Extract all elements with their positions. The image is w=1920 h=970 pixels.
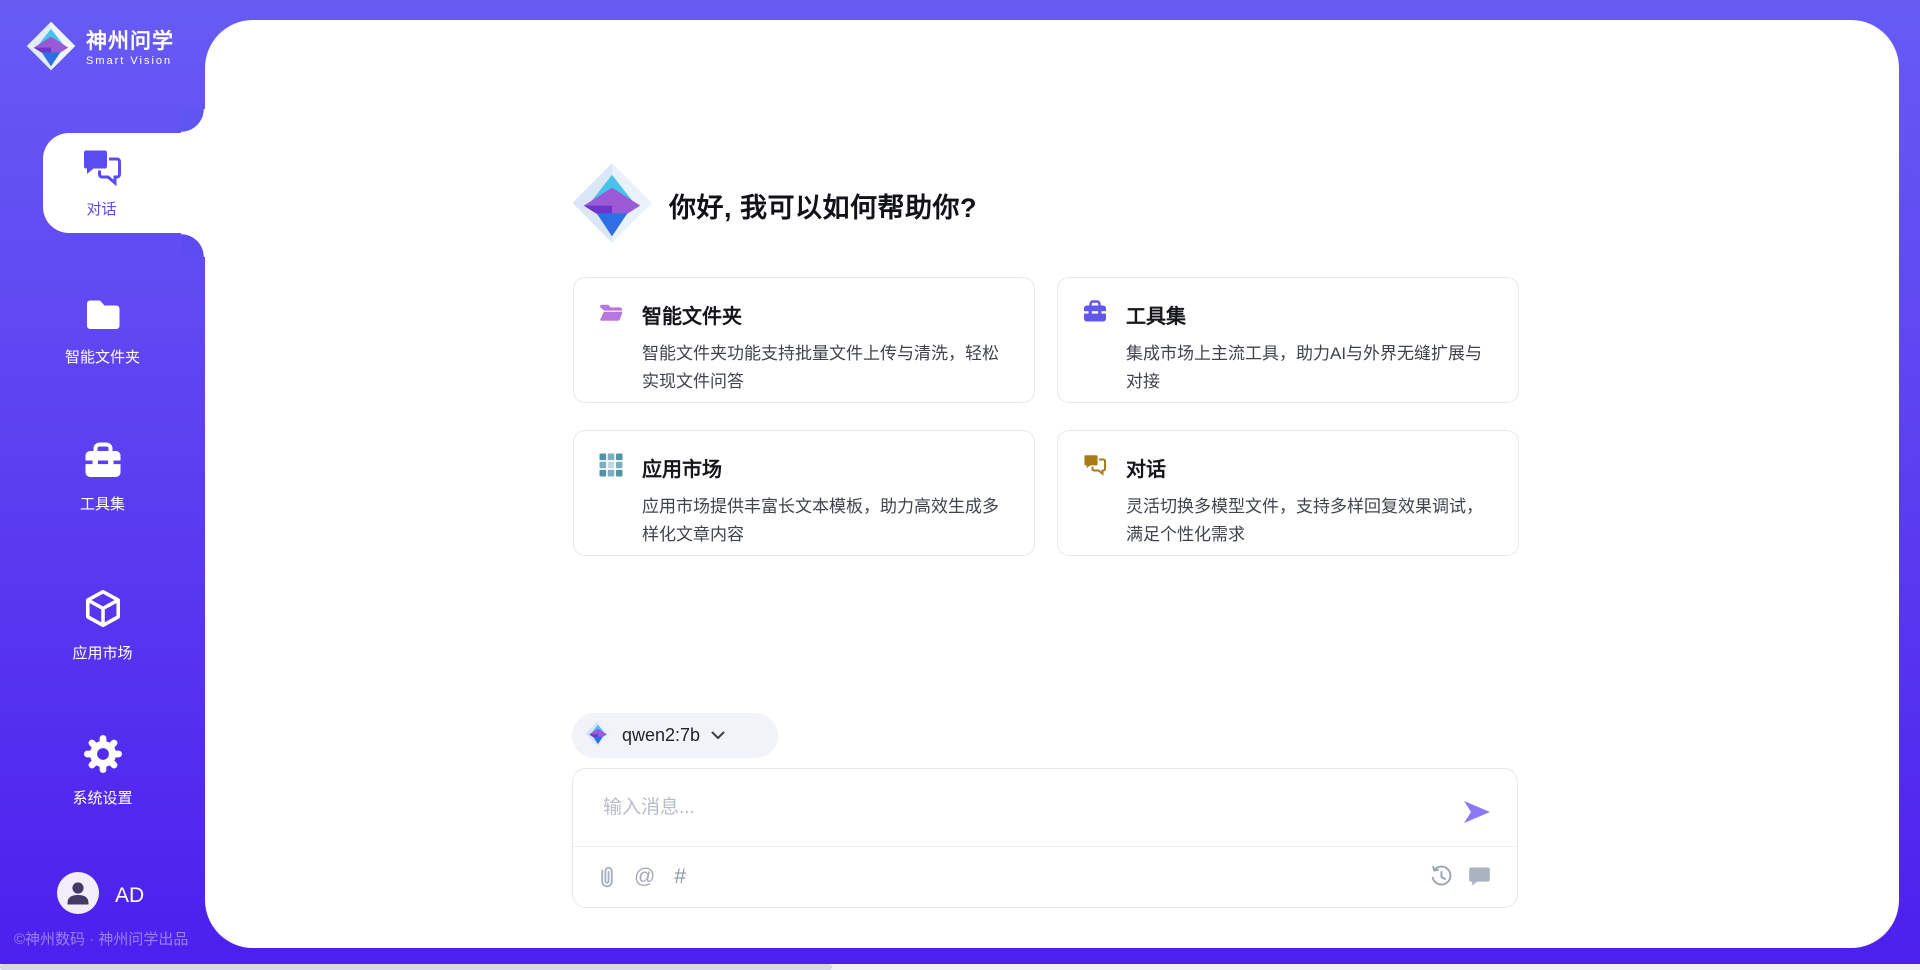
- greeting-block: 你好, 我可以如何帮助你?: [571, 160, 977, 251]
- toolbox-icon: [82, 441, 124, 486]
- sidebar-item-label: 系统设置: [72, 787, 132, 808]
- tab-curve-bottom: [181, 233, 205, 257]
- comment-icon[interactable]: [1468, 866, 1491, 887]
- brand-title: 神州问学: [86, 29, 174, 55]
- card-title: 对话: [1126, 453, 1166, 482]
- sidebar-item-toolset[interactable]: 工具集: [0, 441, 205, 514]
- sidebar-item-label: 对话: [86, 198, 116, 219]
- sidebar-item-label: 应用市场: [72, 642, 132, 663]
- grid-icon: [598, 452, 624, 483]
- diamond-logo-icon: [585, 720, 611, 752]
- model-name: qwen2:7b: [622, 725, 700, 746]
- composer: @ #: [572, 768, 1518, 908]
- sidebar-item-settings[interactable]: 系统设置: [0, 733, 205, 808]
- card-chat[interactable]: 对话 灵活切换多模型文件，支持多样回复效果调试，满足个性化需求: [1057, 430, 1519, 556]
- folder-icon: [82, 296, 124, 339]
- composer-tools-left: @ #: [599, 865, 686, 889]
- tab-curve-top: [181, 109, 205, 133]
- greeting-title: 你好, 我可以如何帮助你?: [669, 186, 977, 225]
- gear-icon: [82, 733, 124, 780]
- main-panel: 你好, 我可以如何帮助你? 智能文件夹 智能文件夹功能支持批量文件上传与清洗，轻…: [205, 20, 1899, 948]
- sidebar-item-smart-folder[interactable]: 智能文件夹: [0, 296, 205, 367]
- topic-icon[interactable]: #: [674, 866, 686, 887]
- message-input[interactable]: [603, 785, 1453, 831]
- sidebar: 神州问学 Smart Vision 对话 智能文件夹: [0, 0, 205, 970]
- cube-icon: [82, 588, 124, 635]
- card-title: 智能文件夹: [642, 300, 742, 329]
- card-description: 应用市场提供丰富长文本模板，助力高效生成多样化文章内容: [642, 493, 1010, 549]
- chevron-down-icon: [711, 727, 725, 745]
- sidebar-footer: ©神州数码 · 神州问学出品: [14, 928, 188, 949]
- composer-tools-right: [1430, 865, 1491, 888]
- send-icon: [1464, 811, 1490, 826]
- card-title: 工具集: [1126, 300, 1186, 329]
- card-toolset[interactable]: 工具集 集成市场上主流工具，助力AI与外界无缝扩展与对接: [1057, 277, 1519, 403]
- composer-toolbar: @ #: [573, 846, 1517, 907]
- mention-icon[interactable]: @: [634, 866, 655, 887]
- card-app-market[interactable]: 应用市场 应用市场提供丰富长文本模板，助力高效生成多样化文章内容: [573, 430, 1035, 556]
- card-description: 灵活切换多模型文件，支持多样回复效果调试，满足个性化需求: [1126, 493, 1494, 549]
- sidebar-item-label: 工具集: [80, 493, 125, 514]
- paperclip-icon[interactable]: [599, 865, 615, 889]
- briefcase-icon: [1082, 299, 1108, 330]
- card-description: 智能文件夹功能支持批量文件上传与清洗，轻松实现文件问答: [642, 340, 1010, 396]
- folder-open-icon: [598, 299, 624, 330]
- send-button[interactable]: [1463, 801, 1491, 825]
- feature-cards: 智能文件夹 智能文件夹功能支持批量文件上传与清洗，轻松实现文件问答: [573, 277, 1519, 556]
- card-title: 应用市场: [642, 453, 722, 482]
- model-selector[interactable]: qwen2:7b: [572, 713, 778, 758]
- avatar-icon: [57, 872, 99, 919]
- card-smart-folder[interactable]: 智能文件夹 智能文件夹功能支持批量文件上传与清洗，轻松实现文件问答: [573, 277, 1035, 403]
- brand-logo-icon: [26, 20, 76, 77]
- sidebar-item-chat[interactable]: 对话: [43, 133, 210, 233]
- horizontal-scrollbar[interactable]: [0, 964, 832, 970]
- chat-bubbles-icon: [1082, 452, 1108, 483]
- horizontal-scrollbar-track: [0, 964, 1920, 970]
- card-description: 集成市场上主流工具，助力AI与外界无缝扩展与对接: [1126, 340, 1494, 396]
- chat-icon: [80, 147, 124, 192]
- brand-subtitle: Smart Vision: [86, 55, 174, 68]
- brand: 神州问学 Smart Vision: [26, 20, 174, 77]
- user-profile[interactable]: AD: [57, 872, 144, 919]
- user-initials: AD: [115, 884, 144, 908]
- sidebar-item-label: 智能文件夹: [65, 346, 140, 367]
- history-icon[interactable]: [1430, 865, 1453, 888]
- sidebar-item-app-market[interactable]: 应用市场: [0, 588, 205, 663]
- assistant-logo-icon: [571, 160, 653, 251]
